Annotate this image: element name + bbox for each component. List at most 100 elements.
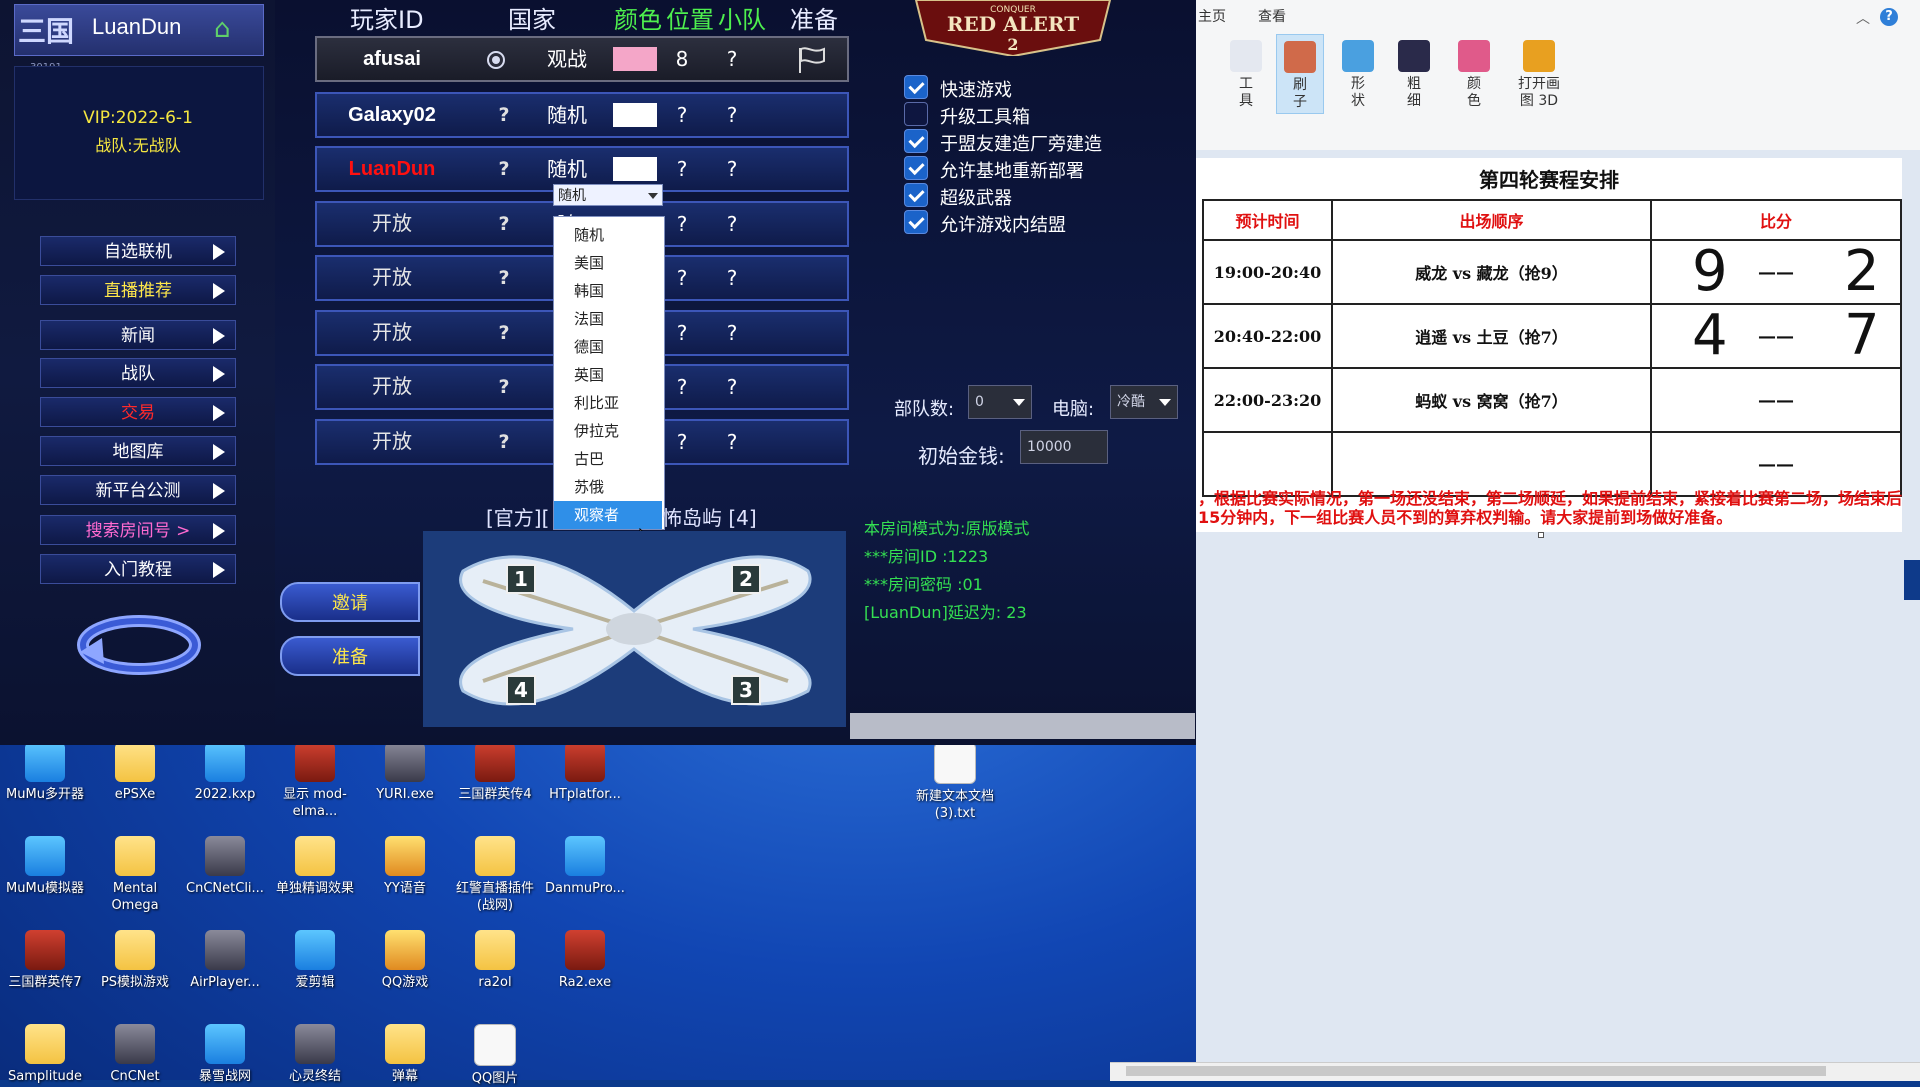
desktop-icon[interactable]: PS模拟游戏 — [92, 930, 178, 991]
menu-item-5[interactable]: 地图库 — [40, 436, 236, 466]
ribbon-button-4[interactable]: 颜 色 — [1450, 34, 1498, 114]
position-select[interactable]: ? — [667, 94, 697, 136]
team-select[interactable]: ? — [717, 257, 747, 299]
team-select[interactable]: ? — [717, 94, 747, 136]
desktop-icon[interactable]: AirPlayer... — [182, 930, 268, 991]
desktop-icon[interactable]: 红警直播插件(战网) — [452, 836, 538, 914]
ready-flag-icon[interactable] — [797, 46, 827, 74]
dropdown-option[interactable]: 利比亚 — [554, 389, 662, 417]
menu-item-1[interactable]: 直播推荐 — [40, 275, 236, 305]
dropdown-option[interactable]: 德国 — [554, 333, 662, 361]
ribbon-button-2[interactable]: 形 状 — [1334, 34, 1382, 114]
desktop-icon[interactable]: YURI.exe — [362, 742, 448, 803]
desktop-icon[interactable]: Samplitude — [2, 1024, 88, 1085]
desktop-icon[interactable]: ra2ol — [452, 930, 538, 991]
collapse-ribbon-icon[interactable]: ︿ — [1856, 8, 1870, 28]
desktop-icon[interactable]: 爱剪辑 — [272, 930, 358, 991]
ribbon-button-3[interactable]: 粗 细 — [1390, 34, 1438, 114]
player-slot-row[interactable]: Galaxy02? 随机?? — [315, 92, 849, 138]
desktop-icon[interactable]: 弹幕 — [362, 1024, 448, 1085]
position-select[interactable]: ? — [667, 203, 697, 245]
dropdown-option[interactable]: 美国 — [554, 249, 662, 277]
team-select[interactable]: ? — [717, 312, 747, 354]
dropdown-option[interactable]: 伊拉克 — [554, 417, 662, 445]
help-icon[interactable]: ? — [1880, 8, 1898, 26]
dropdown-option[interactable]: 古巴 — [554, 445, 662, 473]
desktop-icon[interactable]: YY语音 — [362, 836, 448, 897]
menu-item-7[interactable]: 搜索房间号 > — [40, 515, 236, 545]
team-select[interactable]: ? — [717, 38, 747, 80]
desktop-icon[interactable]: 新建文本文档 (3).txt — [912, 742, 998, 822]
menu-item-4[interactable]: 交易 — [40, 397, 236, 427]
position-select[interactable]: ? — [667, 421, 697, 463]
side-select[interactable]: 随机 — [537, 94, 597, 136]
desktop-icon[interactable]: 三国群英传4 — [452, 742, 538, 803]
option-checkbox[interactable] — [904, 102, 928, 126]
map-start-slot[interactable]: 1 — [506, 564, 536, 594]
option-checkbox[interactable] — [904, 129, 928, 153]
desktop-icon[interactable]: 心灵终结 — [272, 1024, 358, 1085]
map-start-slot[interactable]: 3 — [731, 675, 761, 705]
desktop-icon[interactable]: CnCNet — [92, 1024, 178, 1085]
spectator-radio-icon[interactable] — [487, 51, 505, 69]
desktop-icon[interactable]: 显示 mod-elma... — [272, 742, 358, 820]
ai-select[interactable]: 冷酷 — [1110, 385, 1178, 419]
ready-button[interactable]: 准备 — [280, 636, 420, 676]
menu-item-3[interactable]: 战队 — [40, 358, 236, 388]
menu-item-6[interactable]: 新平台公测 — [40, 475, 236, 505]
position-select[interactable]: ? — [667, 148, 697, 190]
desktop-icon[interactable]: 三国群英传7 — [2, 930, 88, 991]
desktop-icon[interactable]: 2022.kxp — [182, 742, 268, 803]
refresh-icon[interactable] — [76, 612, 202, 678]
ribbon-button-0[interactable]: 工 具 — [1222, 34, 1270, 114]
position-select[interactable]: ? — [667, 366, 697, 408]
desktop-icon[interactable]: 单独精调效果 — [272, 836, 358, 897]
team-select[interactable]: ? — [717, 366, 747, 408]
dropdown-option[interactable]: 法国 — [554, 305, 662, 333]
option-checkbox[interactable] — [904, 75, 928, 99]
dropdown-option[interactable]: 韩国 — [554, 277, 662, 305]
units-select[interactable]: 0 — [968, 385, 1032, 419]
position-select[interactable]: 8 — [667, 38, 697, 80]
option-checkbox[interactable] — [904, 210, 928, 234]
option-checkbox[interactable] — [904, 156, 928, 180]
desktop-icon[interactable]: QQ游戏 — [362, 930, 448, 991]
team-select[interactable]: ? — [717, 421, 747, 463]
desktop-icon[interactable]: MuMu模拟器 — [2, 836, 88, 897]
map-start-slot[interactable]: 4 — [506, 675, 536, 705]
color-swatch[interactable] — [613, 47, 657, 71]
side-select[interactable]: 观战 — [537, 38, 597, 80]
invite-button[interactable]: 邀请 — [280, 582, 420, 622]
desktop-icon[interactable]: ePSXe — [92, 742, 178, 803]
menu-item-2[interactable]: 新闻 — [40, 320, 236, 350]
desktop-icon[interactable]: CnCNetCli... — [182, 836, 268, 897]
desktop-icon[interactable]: Mental Omega — [92, 836, 178, 914]
position-select[interactable]: ? — [667, 257, 697, 299]
horizontal-scrollbar[interactable] — [850, 713, 1195, 739]
map-start-slot[interactable]: 2 — [731, 564, 761, 594]
scrollbar-thumb[interactable] — [1126, 1066, 1826, 1076]
menu-item-0[interactable]: 自选联机 — [40, 236, 236, 266]
position-select[interactable]: ? — [667, 312, 697, 354]
desktop-icon[interactable]: DanmuPro... — [542, 836, 628, 897]
map-preview[interactable]: 1 2 4 3 — [423, 531, 846, 727]
option-checkbox[interactable] — [904, 183, 928, 207]
ribbon-button-5[interactable]: 打开画 图 3D — [1508, 34, 1570, 114]
money-input[interactable]: 10000 — [1020, 430, 1108, 464]
team-select[interactable]: ? — [717, 148, 747, 190]
desktop-icon[interactable]: QQ图片 — [452, 1024, 538, 1087]
dropdown-option[interactable]: 苏俄 — [554, 473, 662, 501]
tab-view[interactable]: 查看 — [1258, 6, 1286, 26]
player-slot-row[interactable]: afusai 观战 8? — [315, 36, 849, 82]
color-swatch[interactable] — [613, 157, 657, 181]
desktop-icon[interactable]: MuMu多开器 — [2, 742, 88, 803]
resize-handle[interactable] — [1538, 532, 1544, 538]
dropdown-option[interactable]: 随机 — [554, 221, 662, 249]
menu-item-8[interactable]: 入门教程 — [40, 554, 236, 584]
dropdown-option[interactable]: 观察者 — [554, 501, 662, 529]
desktop-icon[interactable]: HTplatfor... — [542, 742, 628, 803]
country-select[interactable]: 随机 — [553, 184, 663, 206]
desktop-icon[interactable]: 暴雪战网 — [182, 1024, 268, 1085]
home-icon[interactable]: ⌂ — [214, 14, 244, 44]
tab-home[interactable]: 主页 — [1198, 6, 1226, 26]
